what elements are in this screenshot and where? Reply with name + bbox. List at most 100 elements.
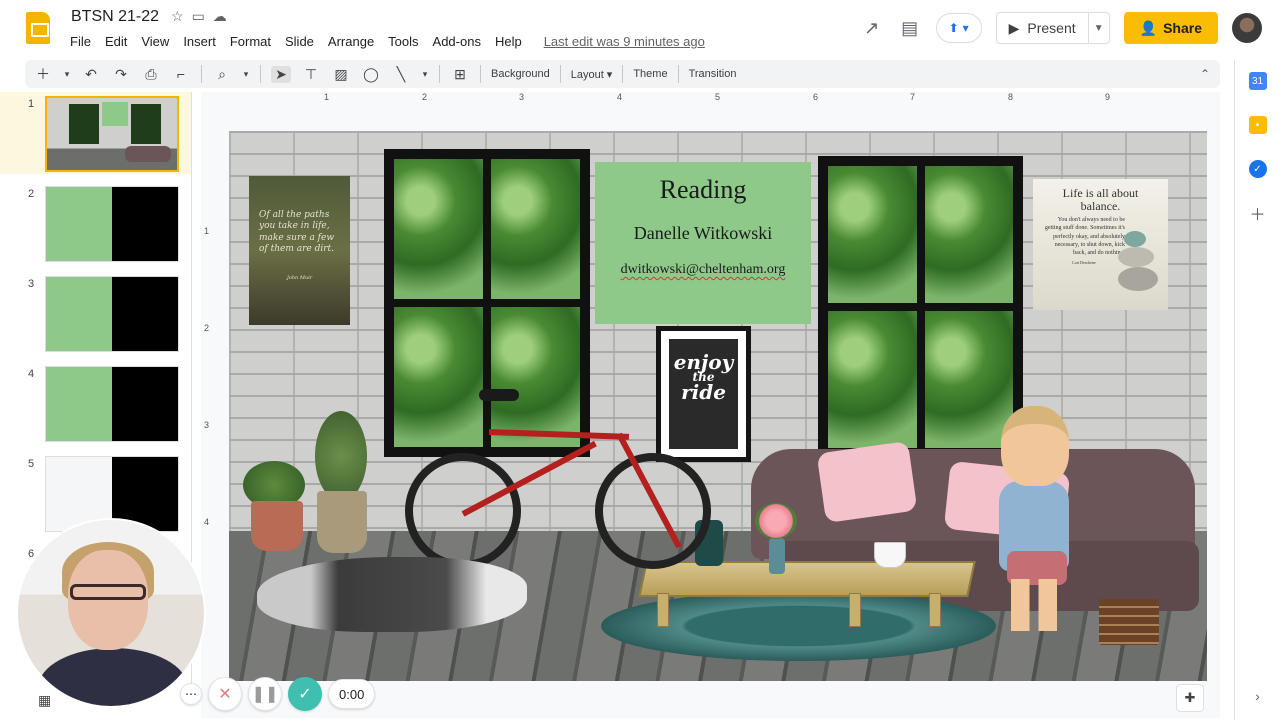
recorder-controls: ⋯ ✕ ❚❚ ✓ 0:00 bbox=[180, 676, 376, 712]
tasks-icon[interactable]: ✓ bbox=[1248, 160, 1267, 178]
menu-addons[interactable]: Add-ons bbox=[433, 34, 488, 49]
toolbar: ＋ ▾ ↶ ↷ ⎙ ⌐ ⌕ ▾ ➤ ⊤ ▨ ◯ ╲ ▾ ⊞ Background… bbox=[25, 60, 1220, 88]
last-edit-link[interactable]: Last edit was 9 minutes ago bbox=[544, 34, 705, 49]
text-box-icon[interactable]: ⊤ bbox=[301, 66, 321, 83]
calendar-icon[interactable]: 31 bbox=[1248, 72, 1267, 90]
image-icon[interactable]: ▨ bbox=[331, 66, 351, 83]
redo-icon[interactable]: ↷ bbox=[111, 66, 131, 83]
menu-tools[interactable]: Tools bbox=[388, 34, 425, 49]
vase bbox=[769, 538, 785, 574]
person-icon: 👤 bbox=[1139, 19, 1158, 36]
account-avatar[interactable] bbox=[1232, 13, 1262, 43]
present-to-meeting-button[interactable]: ⬆ ▾ bbox=[935, 13, 982, 43]
filmstrip-row[interactable]: 4 bbox=[0, 362, 191, 444]
add-on-plus-icon[interactable]: ＋ bbox=[1249, 204, 1267, 224]
line-icon[interactable]: ╲ bbox=[391, 66, 411, 83]
undo-icon[interactable]: ↶ bbox=[81, 66, 101, 83]
toolbar-divider bbox=[201, 65, 202, 83]
toolbar-divider bbox=[559, 65, 561, 83]
slideshow-icon: ▶ bbox=[1008, 19, 1020, 36]
present-label: Present bbox=[1027, 20, 1076, 36]
move-to-folder-icon[interactable]: ▭ bbox=[192, 8, 205, 25]
menu-file[interactable]: File bbox=[70, 34, 98, 49]
slide-thumbnail[interactable] bbox=[45, 96, 179, 172]
bike-seat bbox=[479, 389, 519, 401]
chevron-down-icon[interactable]: ▾ bbox=[63, 69, 71, 80]
star-icon[interactable]: ☆ bbox=[171, 8, 184, 25]
layout-button[interactable]: Layout ▾ bbox=[571, 68, 613, 81]
present-button[interactable]: ▶ Present bbox=[997, 13, 1089, 43]
pause-recording-button[interactable]: ❚❚ bbox=[248, 677, 282, 711]
chevron-down-icon[interactable]: ▾ bbox=[421, 69, 429, 80]
ruler-tick: 4 bbox=[617, 92, 623, 102]
header-actions: ↗ ▤ ⬆ ▾ ▶ Present ▼ 👤 Share bbox=[860, 12, 1262, 44]
menu-slide[interactable]: Slide bbox=[285, 34, 321, 49]
transition-button[interactable]: Transition bbox=[689, 68, 737, 80]
plant-pot bbox=[251, 501, 303, 551]
ruler-tick: 4 bbox=[204, 517, 210, 527]
menu-edit[interactable]: Edit bbox=[105, 34, 134, 49]
shape-icon[interactable]: ◯ bbox=[361, 66, 381, 83]
thumb-window bbox=[131, 104, 161, 144]
expand-panel-icon[interactable]: › bbox=[1255, 688, 1260, 704]
activity-dashboard-icon[interactable]: ↗ bbox=[860, 16, 884, 40]
pink-flower bbox=[755, 503, 797, 539]
window-pane bbox=[828, 311, 917, 448]
current-slide[interactable]: Reading Danelle Witkowski dwitkowski@che… bbox=[229, 131, 1207, 681]
explore-icon[interactable]: ✚ bbox=[1176, 684, 1204, 712]
cancel-recording-button[interactable]: ✕ bbox=[208, 677, 242, 711]
webcam-bubble[interactable] bbox=[16, 518, 206, 708]
filmstrip-row[interactable]: 2 bbox=[0, 182, 191, 264]
menu-bar: File Edit View Insert Format Slide Arran… bbox=[70, 34, 705, 49]
paint-format-icon[interactable]: ⌐ bbox=[171, 66, 191, 82]
window-panes bbox=[828, 166, 1013, 448]
bitmoji-legs bbox=[1011, 579, 1057, 631]
recording-timer: 0:00 bbox=[328, 679, 376, 709]
presenter-face bbox=[68, 550, 148, 650]
select-cursor-icon[interactable]: ➤ bbox=[271, 65, 291, 83]
chevron-down-icon[interactable]: ▾ bbox=[242, 69, 250, 80]
bitmoji-head bbox=[1001, 406, 1069, 486]
slide-thumbnail[interactable] bbox=[45, 276, 179, 352]
window-pane bbox=[394, 307, 483, 447]
slide-thumbnail[interactable] bbox=[45, 186, 179, 262]
toolbar-divider bbox=[480, 65, 481, 83]
enjoy-the-ride-frame: enjoy the ride bbox=[656, 326, 751, 462]
present-options-dropdown[interactable]: ▼ bbox=[1089, 23, 1109, 34]
stone bbox=[1118, 267, 1158, 291]
cloud-saved-icon[interactable]: ☁ bbox=[213, 8, 227, 25]
slides-logo-icon[interactable] bbox=[26, 12, 50, 44]
menu-arrange[interactable]: Arrange bbox=[328, 34, 381, 49]
filmstrip-row[interactable]: 3 bbox=[0, 272, 191, 354]
poster-author: John Muir bbox=[286, 275, 313, 281]
slide-title: Reading bbox=[659, 175, 747, 204]
title-text-box[interactable]: Reading Danelle Witkowski dwitkowski@che… bbox=[595, 162, 811, 324]
presenter-glasses bbox=[70, 584, 146, 600]
menu-format[interactable]: Format bbox=[230, 34, 278, 49]
menu-view[interactable]: View bbox=[141, 34, 176, 49]
print-icon[interactable]: ⎙ bbox=[141, 66, 161, 83]
add-comment-icon[interactable]: ⊞ bbox=[450, 66, 470, 83]
toolbar-divider bbox=[439, 65, 440, 83]
ruler-tick: 3 bbox=[519, 92, 525, 102]
more-options-icon[interactable]: ⋯ bbox=[180, 683, 202, 705]
new-slide-icon[interactable]: ＋ bbox=[33, 64, 53, 84]
frame-artwork: enjoy the ride bbox=[669, 339, 738, 449]
coffee-table bbox=[638, 561, 976, 597]
finish-recording-button[interactable]: ✓ bbox=[288, 677, 322, 711]
filmstrip-row[interactable]: 1 bbox=[0, 92, 191, 174]
background-button[interactable]: Background bbox=[491, 68, 550, 80]
comments-icon[interactable]: ▤ bbox=[898, 16, 922, 40]
theme-button[interactable]: Theme bbox=[633, 68, 667, 80]
window-pane bbox=[491, 307, 580, 447]
menu-help[interactable]: Help bbox=[495, 34, 529, 49]
slide-thumbnail[interactable] bbox=[45, 366, 179, 442]
share-button[interactable]: 👤 Share bbox=[1123, 12, 1218, 44]
zoom-icon[interactable]: ⌕ bbox=[212, 66, 232, 83]
document-title[interactable]: BTSN 21-22 bbox=[71, 8, 159, 26]
potted-plant bbox=[315, 411, 367, 501]
collapse-toolbar-icon[interactable]: ⌃ bbox=[1200, 67, 1210, 81]
keep-icon[interactable]: • bbox=[1248, 116, 1267, 134]
share-label: Share bbox=[1163, 20, 1202, 36]
menu-insert[interactable]: Insert bbox=[183, 34, 223, 49]
